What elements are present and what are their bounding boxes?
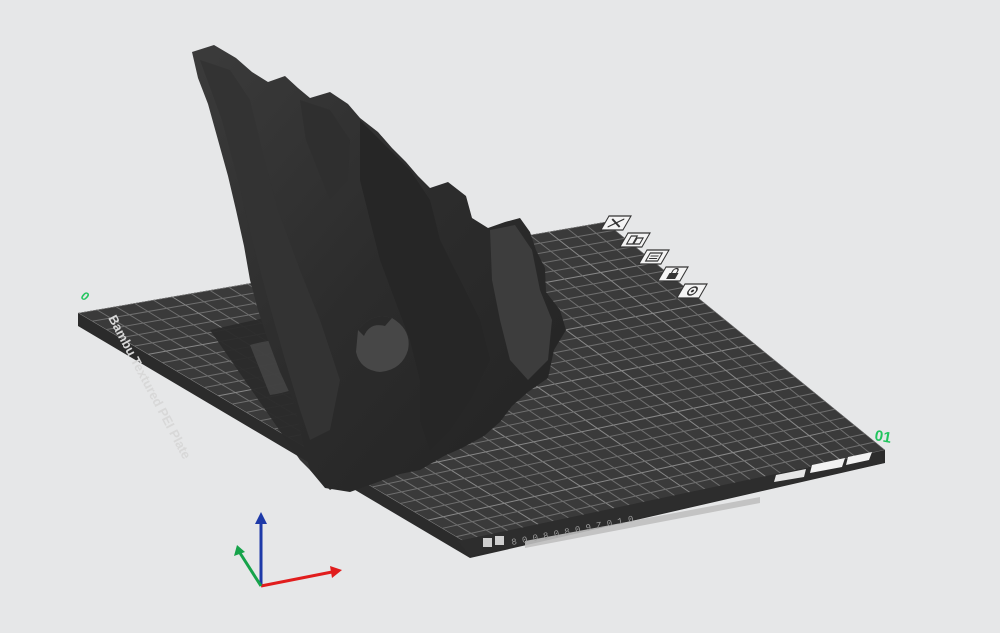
plate-arrange-button[interactable] <box>618 232 651 248</box>
axis-gizmo <box>234 512 342 588</box>
plate-corner-mark: 0 <box>79 288 92 304</box>
x-axis-arrow <box>330 566 342 578</box>
plate-number: 01 <box>873 427 892 447</box>
plate-close-button[interactable] <box>599 215 632 231</box>
plate-logo-icon <box>495 536 504 545</box>
plate-qr-icon <box>483 538 492 547</box>
x-axis <box>260 570 333 588</box>
3d-viewport[interactable]: 8 0 0 8 0 8 0 9 Z 0 1 0 Bambu Textured P… <box>0 0 1000 633</box>
y-axis <box>238 552 263 587</box>
plate-orient-button[interactable] <box>637 249 670 265</box>
z-axis-arrow <box>255 512 267 524</box>
